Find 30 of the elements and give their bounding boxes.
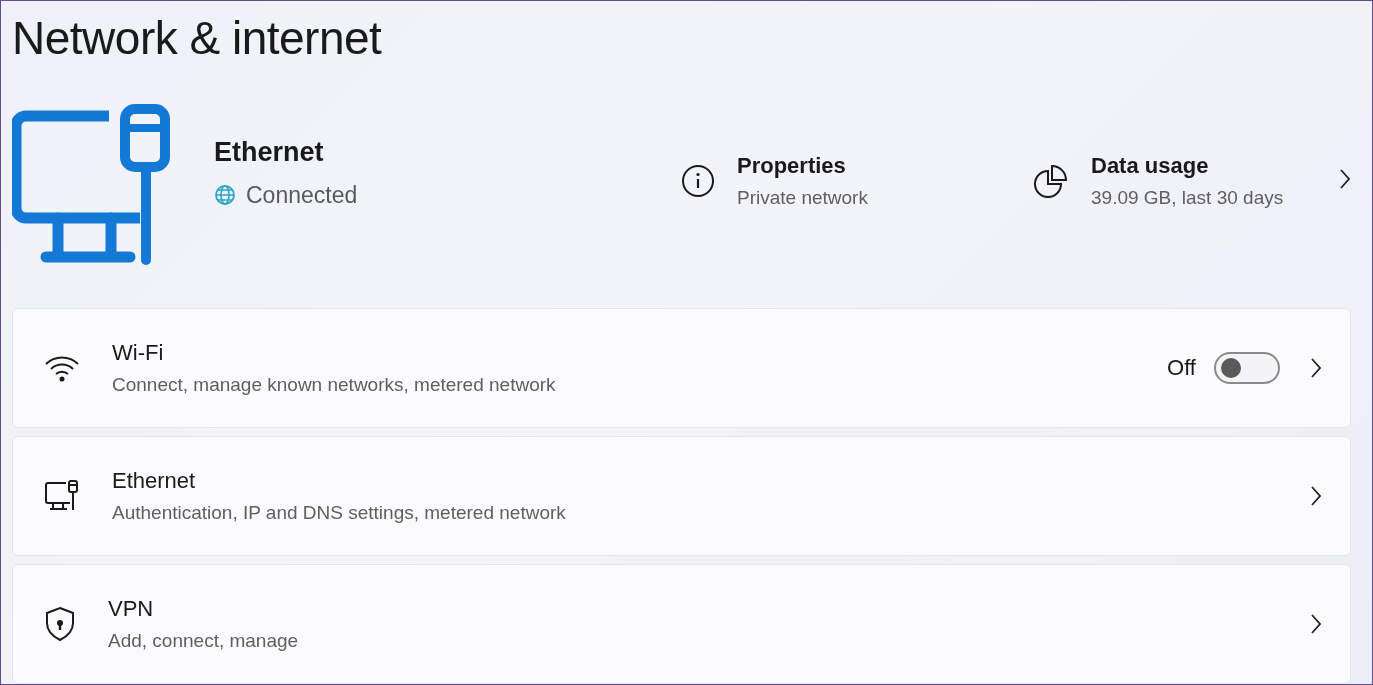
item-title: Data usage	[1091, 152, 1210, 179]
info-icon	[681, 163, 715, 198]
chevron-right-icon[interactable]	[1310, 485, 1322, 507]
data-usage-link[interactable]: Data usage 39.09 GB, last 30 days	[1033, 152, 1351, 209]
chevron-right-icon[interactable]	[1310, 613, 1322, 635]
wifi-icon	[44, 354, 80, 382]
card-subtitle: Authentication, IP and DNS settings, metered network	[112, 502, 567, 524]
item-title: Properties	[737, 152, 847, 179]
page-title: Network & internet	[12, 11, 383, 66]
shield-lock-icon	[44, 606, 76, 642]
card-title: Wi-Fi	[112, 340, 165, 366]
connection-status: Connected	[246, 181, 358, 209]
settings-card[interactable]: VPN Add, connect, manage	[12, 564, 1351, 684]
item-subtitle: 39.09 GB, last 30 days	[1091, 186, 1284, 209]
ethernet-icon	[44, 479, 80, 513]
toggle-state-label: Off	[1167, 355, 1196, 381]
chevron-right-icon[interactable]	[1310, 357, 1322, 379]
card-subtitle: Add, connect, manage	[108, 630, 300, 652]
card-title: Ethernet	[112, 468, 197, 494]
settings-card[interactable]: Ethernet Authentication, IP and DNS settings, metered network	[12, 436, 1351, 556]
pie-chart-icon	[1033, 162, 1069, 199]
chevron-right-icon[interactable]	[1339, 167, 1351, 190]
settings-card[interactable]: Wi-Fi Connect, manage known networks, metered network Off	[12, 308, 1351, 428]
globe-icon	[214, 184, 236, 206]
toggle-switch[interactable]	[1214, 352, 1280, 384]
item-subtitle: Private network	[737, 186, 868, 209]
card-subtitle: Connect, manage known networks, metered network	[112, 374, 557, 396]
card-title: VPN	[108, 596, 155, 622]
connection-name: Ethernet	[214, 136, 325, 168]
properties-link[interactable]: Properties Private network	[681, 152, 1033, 209]
